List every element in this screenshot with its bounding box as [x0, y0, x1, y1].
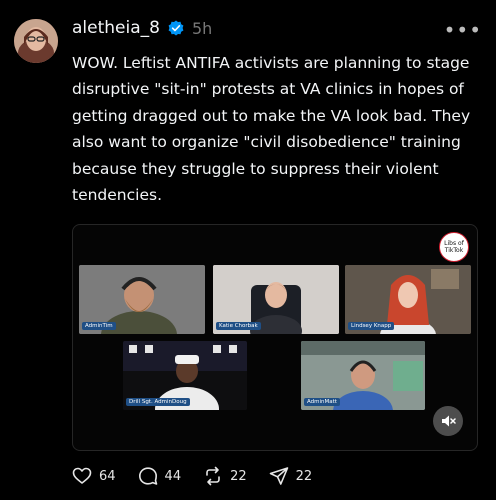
reply-button[interactable]: 44 [138, 466, 182, 486]
video-tile-3: Lindsey Knapp [345, 265, 471, 334]
repost-button[interactable]: 22 [203, 466, 247, 486]
send-icon [269, 467, 288, 485]
watermark-line1: Libs of [444, 240, 464, 247]
repost-count: 22 [230, 468, 247, 484]
post-time: 5h [191, 18, 213, 38]
speaker-muted-icon [442, 415, 456, 427]
mute-button[interactable] [433, 406, 463, 436]
participant-label: AdminTim [82, 322, 116, 330]
avatar[interactable] [14, 19, 58, 63]
post-actions: 64 44 22 22 [72, 466, 334, 486]
video-tile-2: Katie Chorbak [213, 265, 339, 334]
video-tile-5: AdminMatt [301, 341, 425, 410]
like-count: 64 [99, 468, 116, 484]
watermark-logo: Libs of TikTok [439, 232, 469, 262]
share-count: 22 [295, 468, 313, 484]
verified-badge-icon [168, 20, 184, 36]
like-button[interactable]: 64 [72, 466, 116, 486]
watermark-line2: TikTok [444, 247, 464, 254]
post-text: WOW. Leftist ANTIFA activists are planni… [72, 54, 471, 205]
comment-icon [138, 467, 157, 485]
participant-label: Katie Chorbak [216, 322, 261, 330]
repost-icon [206, 466, 220, 486]
participant-label: AdminMatt [304, 398, 340, 406]
more-horizontal-icon[interactable]: ••• [444, 18, 482, 42]
video-tile-1: AdminTim [79, 265, 205, 334]
reply-count: 44 [164, 468, 182, 484]
username[interactable]: aletheia_8 [72, 18, 160, 38]
heart-icon [72, 467, 92, 484]
post-header: aletheia_8 5h [72, 18, 212, 38]
participant-label: Lindsey Knapp [348, 322, 395, 330]
participant-label: Drill Sgt. AdminDoug [126, 398, 190, 406]
video-player[interactable]: Libs of TikTok AdminTim Katie Chorbak Li… [72, 224, 478, 451]
share-button[interactable]: 22 [269, 466, 313, 486]
video-tile-4: Drill Sgt. AdminDoug [123, 341, 247, 410]
